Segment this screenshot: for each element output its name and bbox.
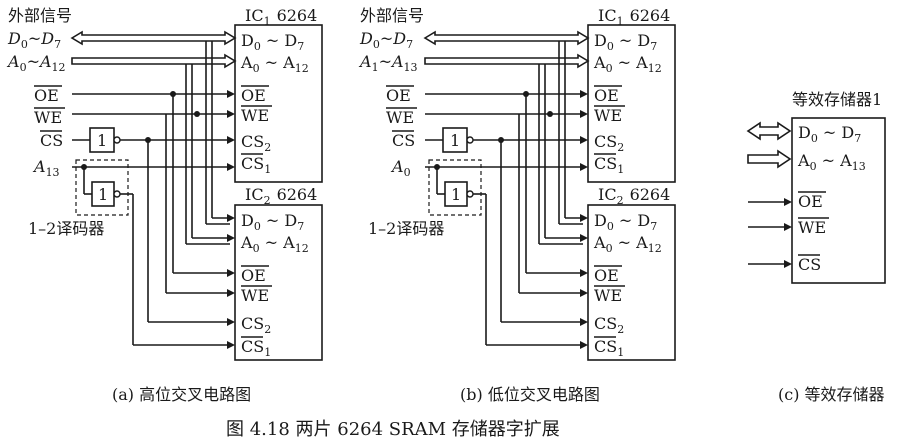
- circuit-a: 外部信号 IC1 6264 D0 ~ D7 A0 ~ A12 OE WE CS2 …: [6, 6, 323, 404]
- ic1-title: IC1 6264: [245, 6, 317, 28]
- ic2-we-pin: WE: [241, 286, 269, 305]
- ic2-oe-pin: OE: [594, 266, 619, 285]
- ic1-data-pin: D0 ~ D7: [241, 31, 304, 53]
- a13-label: A13: [32, 157, 60, 179]
- svg-text:1: 1: [450, 131, 460, 150]
- caption-a: (a) 高位交叉电路图: [112, 385, 251, 404]
- addr-bus-arrow: [71, 53, 237, 69]
- addr-bus-arrow: [424, 53, 590, 69]
- svg-text:1: 1: [451, 185, 461, 204]
- ic2-title: IC2 6264: [598, 185, 670, 207]
- eq-we-pin: WE: [798, 218, 826, 237]
- decoder-label: 1–2译码器: [368, 219, 444, 238]
- data-bus-arrow: [70, 30, 237, 46]
- eq-cs-pin: CS: [798, 255, 821, 274]
- we-label: WE: [34, 108, 62, 127]
- ic2-data-pin: D0 ~ D7: [594, 211, 657, 233]
- eq-data-arrow: [746, 121, 792, 141]
- data-bus-arrow: [423, 30, 590, 46]
- equivalent-title: 等效存储器1: [792, 90, 882, 109]
- addr-bus-label: A0~A12: [6, 52, 66, 74]
- external-signals-header: 外部信号: [8, 6, 72, 25]
- figure-title: 图 4.18 两片 6264 SRAM 存储器字扩展: [226, 419, 560, 440]
- caption-c: (c) 等效存储器: [778, 385, 885, 404]
- ic1-we-pin: WE: [594, 106, 622, 125]
- oe-label: OE: [34, 86, 59, 105]
- svg-text:1: 1: [97, 131, 107, 150]
- we-label: WE: [386, 108, 414, 127]
- eq-data-pin: D0 ~ D7: [798, 123, 861, 145]
- eq-oe-pin: OE: [798, 192, 823, 211]
- addr-bus-label: A1~A13: [358, 52, 418, 74]
- oe-label: OE: [386, 86, 411, 105]
- cs-label: CS: [392, 131, 415, 150]
- ic1-oe-pin: OE: [594, 86, 619, 105]
- external-signals-header: 外部信号: [360, 6, 424, 25]
- eq-addr-arrow: [747, 149, 792, 169]
- ic2-we-pin: WE: [594, 286, 622, 305]
- svg-text:1: 1: [98, 185, 108, 204]
- data-bus-label: D0~D7: [359, 29, 413, 51]
- circuit-b: 外部信号 IC1 6264 D0 ~ D7 A0 ~ A12 OE WE CS2 …: [358, 6, 676, 404]
- a0-label: A0: [390, 157, 411, 179]
- cs-label: CS: [40, 131, 63, 150]
- ic1-title: IC1 6264: [598, 6, 670, 28]
- data-bus-label: D0~D7: [7, 29, 61, 51]
- decoder-label: 1–2译码器: [28, 219, 104, 238]
- equivalent-memory: 等效存储器1 D0 ~ D7 A0 ~ A13 OE WE CS (c) 等效存…: [746, 90, 886, 404]
- ic2-oe-pin: OE: [241, 266, 266, 285]
- ic2-data-pin: D0 ~ D7: [241, 211, 304, 233]
- caption-b: (b) 低位交叉电路图: [460, 385, 600, 404]
- memory-expansion-diagram: 外部信号 IC1 6264 D0 ~ D7 A0 ~ A12 OE WE CS2 …: [6, 6, 886, 440]
- ic1-oe-pin: OE: [241, 86, 266, 105]
- ic1-we-pin: WE: [241, 106, 269, 125]
- ic2-title: IC2 6264: [245, 185, 317, 207]
- ic1-data-pin: D0 ~ D7: [594, 31, 657, 53]
